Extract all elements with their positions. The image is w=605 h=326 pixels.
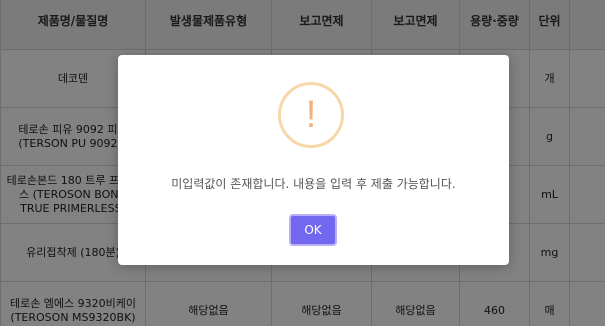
exclamation-glyph: ! bbox=[305, 94, 317, 136]
exclamation-warning-icon: ! bbox=[278, 82, 344, 148]
alert-dialog: ! 미입력값이 존재합니다. 내용을 입력 후 제출 가능합니다. OK bbox=[118, 55, 509, 265]
ok-button[interactable]: OK bbox=[289, 214, 337, 246]
alert-message: 미입력값이 존재합니다. 내용을 입력 후 제출 가능합니다. bbox=[171, 177, 456, 191]
